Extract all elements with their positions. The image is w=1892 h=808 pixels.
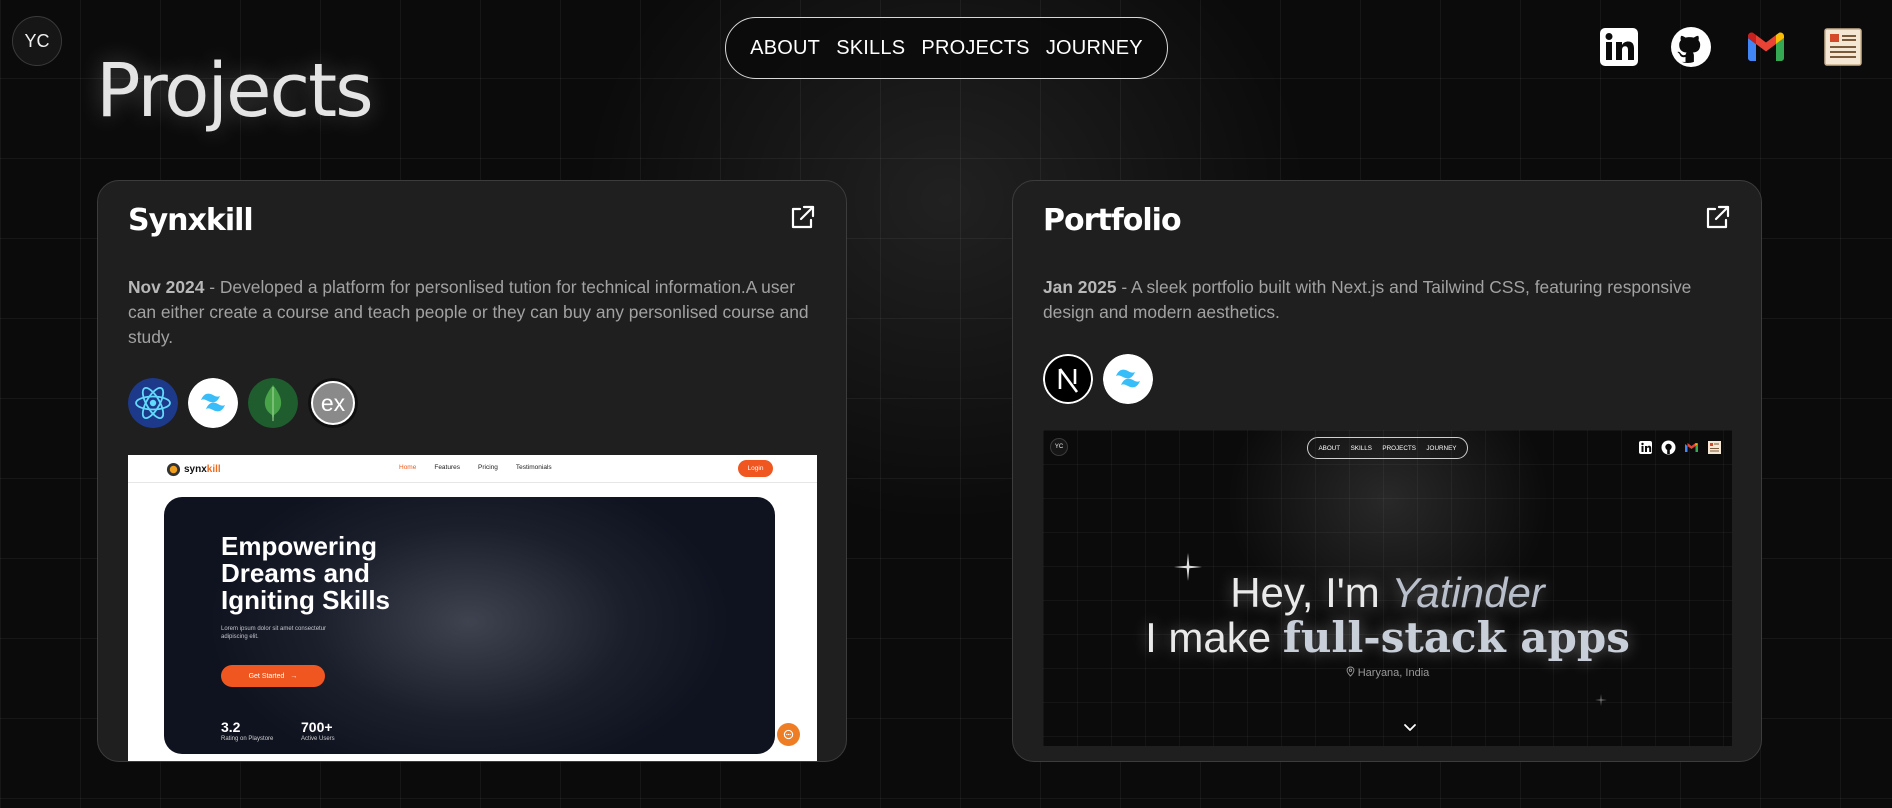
preview-headline-line2: I make full-stack apps [1043, 616, 1732, 660]
project-title: Portfolio [1043, 203, 1182, 238]
project-card-synxkill: Synxkill Nov 2024 - Developed a platform… [97, 180, 847, 762]
linkedin-icon[interactable] [1598, 26, 1640, 68]
preview-stat-value: 3.2 [221, 719, 241, 735]
main-nav: ABOUT SKILLS PROJECTS JOURNEY [725, 17, 1168, 79]
chevron-down-icon [1403, 720, 1417, 731]
date-separator: - [1116, 277, 1131, 297]
preview-login-button: Login [738, 460, 773, 477]
project-preview-screenshot[interactable]: synxkill Home Features Pricing Testimoni… [128, 455, 817, 761]
preview-stat-label: Active Users [301, 736, 335, 742]
nav-skills[interactable]: SKILLS [836, 37, 905, 60]
preview-nav: Home Features Pricing Testimonials [399, 464, 552, 471]
location-pin-icon [1346, 666, 1355, 677]
chat-bubble-icon [777, 723, 800, 746]
preview-nav-projects: PROJECTS [1382, 444, 1416, 452]
home-logo[interactable]: YC [12, 16, 62, 66]
nav-journey[interactable]: JOURNEY [1046, 37, 1143, 60]
preview-nav-pricing: Pricing [478, 464, 498, 471]
preview-nav-journey: JOURNEY [1426, 444, 1457, 452]
sparkle-icon [1595, 693, 1607, 706]
nav-about[interactable]: ABOUT [750, 37, 820, 60]
gmail-icon[interactable] [1745, 26, 1787, 68]
preview-stat: 3.2 Rating on Playstore [221, 719, 273, 742]
preview-logo: synxkill [166, 462, 221, 477]
preview-make: I make [1145, 614, 1283, 661]
page-title: Projects [96, 48, 374, 134]
express-icon: ex [308, 378, 358, 428]
nav-projects[interactable]: PROJECTS [921, 37, 1029, 60]
tailwind-icon [1103, 354, 1153, 404]
preview-cta-label: Get Started [248, 672, 285, 680]
preview-nav: ABOUT SKILLS PROJECTS JOURNEY [1307, 437, 1468, 459]
preview-location-text: Haryana, India [1357, 667, 1430, 679]
resume-icon [1707, 440, 1722, 455]
react-icon [128, 378, 178, 428]
preview-location: Haryana, India [1043, 666, 1732, 679]
preview-hero-title: Empowering Dreams and Igniting Skills [221, 531, 391, 615]
github-icon[interactable] [1670, 26, 1712, 68]
project-date: Jan 2025 [1043, 277, 1117, 297]
preview-nav-about: ABOUT [1318, 444, 1341, 452]
mongodb-icon [248, 378, 298, 428]
preview-hero: Empowering Dreams and Igniting Skills Lo… [164, 497, 775, 754]
nextjs-icon [1043, 354, 1093, 404]
project-preview-screenshot[interactable]: YC ABOUT SKILLS PROJECTS JOURNEY Hey, I'… [1043, 430, 1732, 746]
preview-stat-value: 700+ [301, 719, 333, 735]
preview-greeting: Hey, I'm [1230, 569, 1392, 616]
arrow-right-icon: → [290, 672, 298, 680]
project-description-text: A sleek portfolio built with Next.js and… [1043, 277, 1692, 322]
preview-apps: full-stack apps [1282, 613, 1630, 662]
tech-stack: ex [128, 378, 358, 428]
preview-logo: YC [1050, 438, 1068, 456]
tailwind-icon [188, 378, 238, 428]
tech-stack [1043, 354, 1153, 404]
preview-header: synxkill Home Features Pricing Testimoni… [128, 455, 817, 483]
project-description-text: Developed a platform for personlised tut… [128, 277, 809, 347]
preview-hero-subtitle: Lorem ipsum dolor sit amet consectetur a… [221, 626, 327, 640]
preview-stat-label: Rating on Playstore [221, 736, 274, 742]
project-card-portfolio: Portfolio Jan 2025 - A sleek portfolio b… [1012, 180, 1762, 762]
github-icon [1661, 440, 1676, 455]
external-link-icon[interactable] [788, 204, 816, 232]
preview-cta-button: Get Started → [221, 665, 325, 687]
project-description: Jan 2025 - A sleek portfolio built with … [1043, 275, 1735, 325]
preview-socials [1638, 440, 1722, 455]
preview-stat: 700+ Active Users [301, 719, 335, 742]
preview-nav-skills: SKILLS [1350, 444, 1372, 452]
preview-nav-home: Home [399, 464, 417, 471]
date-separator: - [204, 277, 220, 297]
linkedin-icon [1638, 440, 1653, 455]
preview-headline-line1: Hey, I'm Yatinder [1043, 571, 1732, 615]
preview-nav-testimonials: Testimonials [515, 464, 552, 471]
project-date: Nov 2024 [128, 277, 205, 297]
preview-logo-part2: kill [206, 464, 221, 475]
external-link-icon[interactable] [1703, 204, 1731, 232]
preview-logo-part1: synx [184, 464, 207, 475]
gmail-icon [1684, 440, 1699, 455]
preview-name: Yatinder [1391, 569, 1545, 616]
svg-text:ex: ex [321, 390, 346, 416]
project-description: Nov 2024 - Developed a platform for pers… [128, 275, 820, 350]
project-title: Synxkill [128, 203, 254, 238]
preview-nav-features: Features [434, 464, 460, 471]
resume-icon[interactable] [1822, 26, 1864, 68]
